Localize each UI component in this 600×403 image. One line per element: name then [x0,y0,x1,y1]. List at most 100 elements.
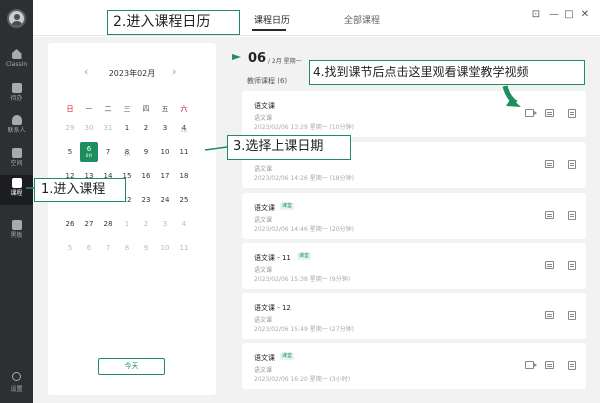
calendar-day[interactable]: 25 [175,191,193,209]
annotation-step-3: 3.选择上课日期 [227,135,351,160]
lesson-title: 语文课 [254,204,275,212]
day-number: 7 [105,148,111,156]
lesson-card[interactable]: 语文课 语文课 2023/02/06 13:29 星期一 (10分钟) [242,91,586,137]
calendar-day[interactable]: 1 [118,215,136,233]
calendar-day[interactable]: 10 [156,239,174,257]
video-playback-icon[interactable] [525,109,537,117]
chat-record-icon[interactable] [545,160,554,168]
chat-record-icon[interactable] [545,361,554,369]
calendar-day[interactable]: 5 [61,143,79,161]
calendar-day[interactable]: 24 [156,191,174,209]
lesson-report-icon[interactable] [568,311,576,320]
lesson-time: 2023/02/06 15:38 星期一 (9分钟) [254,276,351,283]
chat-record-icon[interactable] [545,261,554,269]
calendar-day[interactable]: 4 1节 [175,119,193,137]
sidebar-item-contacts[interactable]: 联系人 [0,112,33,142]
chat-record-icon[interactable] [545,311,554,319]
calendar-icon [11,178,22,188]
calendar-day[interactable]: 17 [156,167,174,185]
calendar-day[interactable]: 28 [99,215,117,233]
lesson-card[interactable]: 语文课 - 11 课堂 语文课 2023/02/06 15:38 星期一 (9分钟) [242,243,586,289]
calendar-day[interactable]: 4 [175,215,193,233]
weekday-header: 一 [85,105,93,113]
day-number: 17 [160,172,170,180]
calendar-day[interactable]: 8 1节 [118,143,136,161]
inbox-icon [11,148,22,158]
day-number: 28 [103,220,113,228]
sidebar-item-label: 课程 [10,190,23,197]
calendar-day[interactable]: 30 [80,119,98,137]
calendar-day[interactable]: 7 [99,239,117,257]
lesson-report-icon[interactable] [568,211,576,220]
annotation-step-2: 2.进入课程日历 [107,10,240,35]
lesson-report-icon[interactable] [568,361,576,370]
lesson-card[interactable]: 语文课 - 12 语文课 2023/02/06 15:49 星期一 (27分钟) [242,293,586,339]
avatar[interactable] [7,9,26,28]
tab-course-calendar[interactable]: 课程日历 [254,13,290,26]
calendar-day[interactable]: 2 [137,119,155,137]
calendar-day[interactable]: 27 [80,215,98,233]
lesson-title: 语文课 [254,102,275,110]
calendar-day[interactable]: 5 [61,239,79,257]
checklist-icon [11,83,22,93]
maximize-icon[interactable]: □ [563,9,575,20]
calendar-day[interactable]: 6 [80,239,98,257]
day-number: 9 [143,148,149,156]
lesson-title: 语文课 - 12 [254,304,291,312]
calendar-day[interactable]: 2 [137,215,155,233]
day-number: 30 [84,124,94,132]
sidebar-item-blackboard[interactable]: 黑板 [0,217,33,247]
calendar-day[interactable]: 11 [175,239,193,257]
lesson-course-name: 语文课 [254,166,273,173]
calendar-day[interactable]: 18 [175,167,193,185]
day-number: 18 [179,172,189,180]
lesson-report-icon[interactable] [568,261,576,270]
calendar-panel: ‹ 2023年02月 › 日一二三四五六 29 30 31 1 2 3 4 1节 5 6 6节 7 8 1… [48,43,216,395]
lesson-card[interactable]: 语文课 课堂 语文课 2023/02/06 16:20 星期一 (3小时) [242,343,586,389]
calendar-day[interactable]: 8 [118,239,136,257]
day-number: 26 [65,220,75,228]
lesson-time: 2023/02/06 15:49 星期一 (27分钟) [254,326,354,333]
calendar-day[interactable]: 3 [156,119,174,137]
lesson-card[interactable]: 语文课 课堂 语文课 2023/02/06 14:46 星期一 (20分钟) [242,193,586,239]
calendar-day-selected[interactable]: 6 6节 [80,142,98,162]
today-button[interactable]: 今天 [98,358,165,375]
next-month-button[interactable]: › [172,65,176,78]
calendar-day[interactable]: 26 [61,215,79,233]
teacher-course-count: 教师课程 (6) [247,77,288,85]
close-icon[interactable]: ✕ [579,9,591,20]
day-number: 2 [143,220,149,228]
video-playback-icon[interactable] [525,361,537,369]
chat-record-icon[interactable] [545,211,554,219]
classroom-badge: 课堂 [297,253,312,260]
calendar-day[interactable]: 16 [137,167,155,185]
sidebar-item-label: 联系人 [7,127,26,134]
calendar-day[interactable]: 9 [137,239,155,257]
calendar-day[interactable]: 3 [156,215,174,233]
calendar-day[interactable]: 9 [137,143,155,161]
lesson-report-icon[interactable] [568,109,576,118]
minimize-icon[interactable]: — [548,9,560,20]
lesson-time: 2023/02/06 13:29 星期一 (10分钟) [254,124,354,131]
sidebar-item-space[interactable]: 空间 [0,145,33,175]
settings-button[interactable]: 设置 [0,372,33,393]
sidebar-item-classin[interactable]: ClassIn [0,46,33,76]
sidebar-item-courses[interactable]: 课程 [0,175,33,205]
calendar-day[interactable]: 10 [156,143,174,161]
sidebar-item-label: ClassIn [5,61,28,68]
calendar-day[interactable]: 23 [137,191,155,209]
lesson-report-icon[interactable] [568,160,576,169]
calendar-day[interactable]: 7 [99,143,117,161]
calendar-day[interactable]: 29 [61,119,79,137]
lesson-course-name: 语文课 [254,367,273,374]
pin-icon[interactable]: ⊡ [530,9,542,20]
calendar-day[interactable]: 11 [175,143,193,161]
sidebar-item-todo[interactable]: 待办 [0,80,33,110]
calendar-day[interactable]: 1 [118,119,136,137]
calendar-day[interactable]: 31 [99,119,117,137]
tab-all-courses[interactable]: 全部课程 [344,13,380,26]
day-number: 31 [103,124,113,132]
chat-record-icon[interactable] [545,109,554,117]
month-label: 2023年02月 [108,69,156,78]
lesson-title: 语文课 - 11 [254,254,291,262]
